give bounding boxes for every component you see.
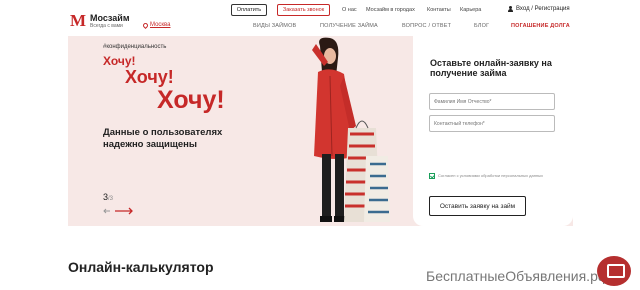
nav-loan-types[interactable]: ВИДЫ ЗАЙМОВ (253, 23, 296, 29)
hero-hashtag: #конфиденциальность (103, 44, 167, 50)
toplink-about[interactable]: О нас (342, 7, 357, 13)
form-title: Оставьте онлайн-заявку на получение займ… (430, 58, 552, 78)
toplink-career[interactable]: Карьера (460, 7, 481, 13)
consent-text: Согласен с условиями обработки персональ… (438, 173, 543, 178)
hero-description: Данные о пользователях надежно защищены (103, 127, 223, 150)
login-link[interactable]: Вход / Регистрация (508, 6, 570, 12)
phone-field[interactable] (429, 115, 555, 132)
watermark: БесплатныеОбъявления.рф (426, 268, 610, 284)
pay-button[interactable]: Оплатить (231, 4, 267, 16)
watermark-logo-icon (597, 256, 631, 286)
city-label: Москва (150, 22, 171, 28)
hero-headline-3: Хочу! (157, 86, 225, 114)
full-name-field[interactable] (429, 93, 555, 110)
logo[interactable]: М Мосзайм Всегда с вами (70, 12, 129, 29)
login-label: Вход / Регистрация (516, 6, 570, 12)
toplink-cities[interactable]: Мосзайм в городах (366, 7, 415, 13)
toplink-contacts[interactable]: Контакты (427, 7, 451, 13)
woman-with-shopping-bags-image (312, 37, 390, 222)
hero-headline-2: Хочу! (125, 67, 174, 87)
nav-repay-debt[interactable]: ПОГАШЕНИЕ ДОЛГА (511, 23, 570, 29)
site-header: М Мосзайм Всегда с вами Москва Оплатить … (0, 0, 640, 36)
city-selector[interactable]: Москва (141, 21, 171, 29)
submit-application-button[interactable]: Оставить заявку на займ (429, 196, 526, 216)
nav-blog[interactable]: БЛОГ (474, 23, 489, 29)
loan-application-form: Оставьте онлайн-заявку на получение займ… (413, 36, 573, 226)
arrow-right-icon[interactable] (115, 206, 133, 216)
user-icon (508, 6, 513, 12)
consent-checkbox[interactable] (429, 173, 435, 179)
consent-row: Согласен с условиями обработки персональ… (429, 173, 555, 179)
request-call-button[interactable]: Заказать звонок (277, 4, 330, 16)
logo-tagline: Всегда с вами (90, 22, 123, 29)
arrow-left-icon[interactable] (103, 206, 111, 216)
nav-get-loan[interactable]: ПОЛУЧЕНИЕ ЗАЙМА (320, 23, 378, 29)
location-pin-icon (141, 21, 150, 29)
slide-counter: 3/3 (103, 192, 113, 202)
logo-name: Мосзайм (90, 12, 130, 23)
calculator-title: Онлайн-калькулятор (68, 259, 214, 275)
logo-mark: М (70, 11, 87, 30)
nav-faq[interactable]: ВОПРОС / ОТВЕТ (402, 23, 451, 29)
slide-total: /3 (108, 196, 114, 202)
hero-headline-1: Хочу! (103, 54, 136, 68)
